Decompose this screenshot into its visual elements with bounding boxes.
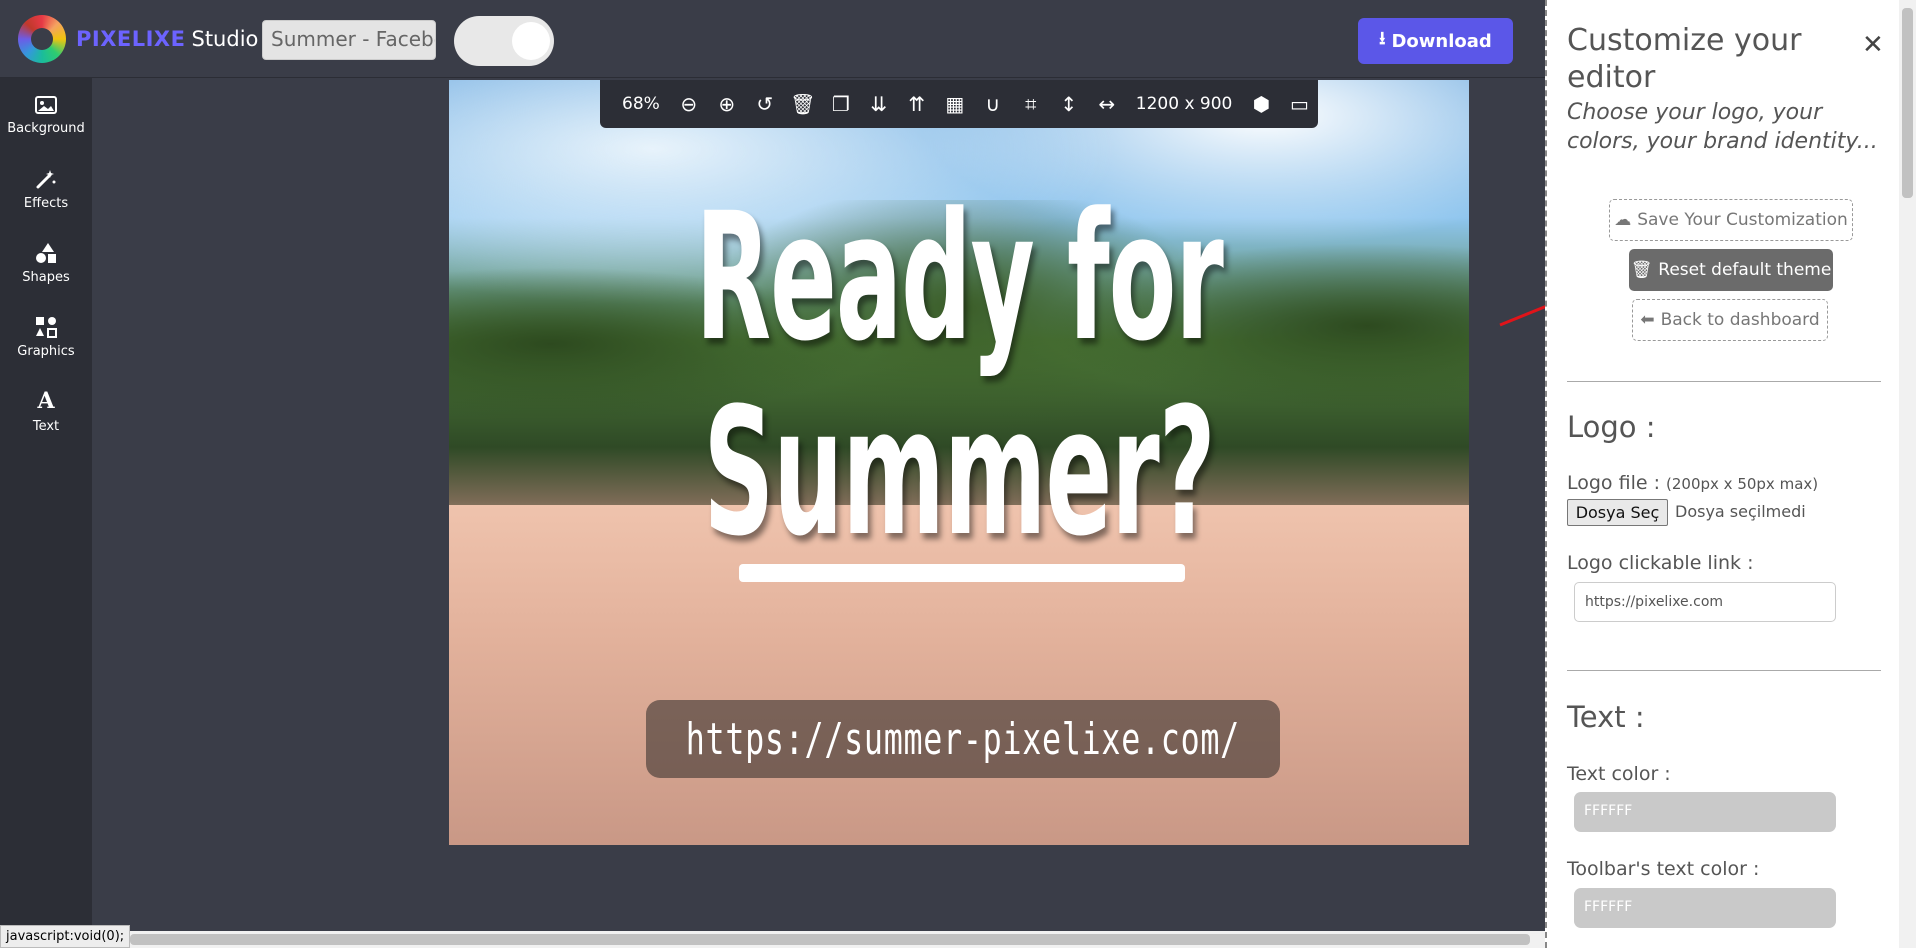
move-up-icon[interactable]: ⇈ (904, 92, 930, 116)
download-icon: ⭳ (1379, 28, 1386, 49)
logo-file-hint: (200px x 50px max) (1666, 475, 1819, 493)
logo-file-label: Logo file : (200px x 50px max) (1567, 472, 1818, 494)
zoom-out-icon[interactable]: ⊖ (676, 92, 702, 116)
mode-toggle[interactable] (454, 16, 554, 66)
text-color-input[interactable]: FFFFFF (1574, 792, 1836, 832)
underline-shape[interactable] (739, 564, 1185, 582)
url-box[interactable]: https://summer-pixelixe.com/ (646, 700, 1280, 778)
grid-icon[interactable]: ▦ (942, 92, 968, 116)
reset-theme-label: Reset default theme (1658, 260, 1832, 280)
brand-suffix: Studio (191, 27, 259, 51)
desktop-icon[interactable]: ▭ (1286, 92, 1312, 116)
undo-icon[interactable]: ↺ (752, 92, 778, 116)
cloud-icon: ☁ (1614, 210, 1632, 230)
headline-line-1[interactable]: Ready for (673, 190, 1244, 366)
url-text: https://summer-pixelixe.com/ (685, 713, 1241, 765)
brand-name: PIXELIXE (76, 27, 186, 51)
pixelixe-logo-icon (18, 15, 66, 63)
download-label: Download (1391, 30, 1492, 52)
cube-icon[interactable]: ⬢ (1248, 92, 1274, 116)
toggle-knob (512, 22, 550, 60)
brand[interactable]: PIXELIXE Studio (18, 15, 258, 63)
panel-scrollbar[interactable] (1899, 0, 1916, 948)
move-down-icon[interactable]: ⇊ (866, 92, 892, 116)
zoom-level: 68% (622, 94, 660, 114)
panel-title: Customize your editor (1567, 23, 1802, 95)
save-customization-label: Save Your Customization (1637, 210, 1848, 230)
sidebar-item-label: Background (7, 120, 85, 136)
sidebar-item-background[interactable]: Background (0, 78, 92, 152)
magic-wand-icon (36, 169, 56, 188)
status-bar-link: javascript:void(0); (0, 925, 130, 948)
choose-file-button[interactable]: Dosya Seç (1567, 499, 1668, 526)
left-sidebar: Background Effects Shapes Graphics A Tex… (0, 78, 92, 948)
trash-icon[interactable]: 🗑 (790, 92, 816, 116)
horizontal-scrollbar[interactable] (130, 931, 1545, 948)
headline-line-2[interactable]: Summer? (673, 385, 1244, 561)
divider (1567, 670, 1881, 671)
trash-icon: 🗑 (1630, 260, 1653, 280)
resize-height-icon[interactable]: ↕ (1056, 92, 1082, 116)
shapes-icon (36, 242, 56, 263)
toolbar-text-color-label: Toolbar's text color : (1567, 858, 1760, 880)
design-canvas[interactable]: Ready for Summer? https://summer-pixelix… (449, 80, 1469, 845)
text-color-label: Text color : (1567, 763, 1671, 785)
sidebar-item-label: Shapes (22, 269, 70, 285)
text-section-title: Text : (1567, 700, 1645, 734)
magnet-icon[interactable]: ∪ (980, 92, 1006, 116)
canvas-toolbar: 68% ⊖ ⊕ ↺ 🗑 ❐ ⇊ ⇈ ▦ ∪ ⌗ ↕ ↔ 1200 x 900 ⬢… (600, 80, 1318, 128)
graphics-icon (36, 316, 57, 338)
document-title-input[interactable]: Summer - Facebook (262, 20, 436, 60)
close-icon[interactable]: ✕ (1862, 30, 1884, 60)
sidebar-item-graphics[interactable]: Graphics (0, 300, 92, 374)
toolbar-text-color-input[interactable]: FFFFFF (1574, 888, 1836, 928)
crop-icon[interactable]: ⌗ (1018, 92, 1044, 116)
logo-file-label-text: Logo file : (1567, 472, 1660, 494)
sidebar-item-text[interactable]: A Text (0, 374, 92, 448)
text-icon: A (37, 387, 55, 414)
download-button[interactable]: ⭳ Download (1358, 18, 1513, 64)
panel-scrollbar-thumb[interactable] (1902, 8, 1913, 198)
duplicate-icon[interactable]: ❐ (828, 92, 854, 116)
customize-panel: Customize your editor ✕ Choose your logo… (1545, 0, 1916, 948)
zoom-in-icon[interactable]: ⊕ (714, 92, 740, 116)
back-to-dashboard-label: Back to dashboard (1660, 310, 1820, 330)
divider (1567, 381, 1881, 382)
sidebar-item-shapes[interactable]: Shapes (0, 226, 92, 300)
canvas-dimensions[interactable]: 1200 x 900 (1136, 94, 1233, 114)
resize-width-icon[interactable]: ↔ (1094, 92, 1120, 116)
sidebar-item-label: Effects (23, 195, 69, 211)
back-arrow-icon: ⬅ (1640, 310, 1655, 330)
save-customization-button[interactable]: ☁ Save Your Customization (1609, 199, 1853, 241)
logo-link-input[interactable]: https://pixelixe.com (1574, 582, 1836, 622)
logo-section-title: Logo : (1567, 410, 1656, 444)
back-to-dashboard-button[interactable]: ⬅ Back to dashboard (1632, 299, 1828, 341)
logo-link-label: Logo clickable link : (1567, 552, 1754, 574)
sidebar-item-label: Text (32, 418, 60, 434)
image-icon (35, 95, 57, 114)
no-file-chosen-text: Dosya seçilmedi (1675, 502, 1806, 521)
sidebar-item-label: Graphics (17, 343, 75, 359)
top-bar: PIXELIXE Studio Summer - Facebook ⭳ Down… (0, 0, 1545, 78)
reset-default-theme-button[interactable]: 🗑 Reset default theme (1629, 249, 1833, 291)
horizontal-scrollbar-thumb[interactable] (130, 934, 1530, 945)
sidebar-item-effects[interactable]: Effects (0, 152, 92, 226)
panel-subtitle: Choose your logo, your colors, your bran… (1567, 100, 1878, 154)
